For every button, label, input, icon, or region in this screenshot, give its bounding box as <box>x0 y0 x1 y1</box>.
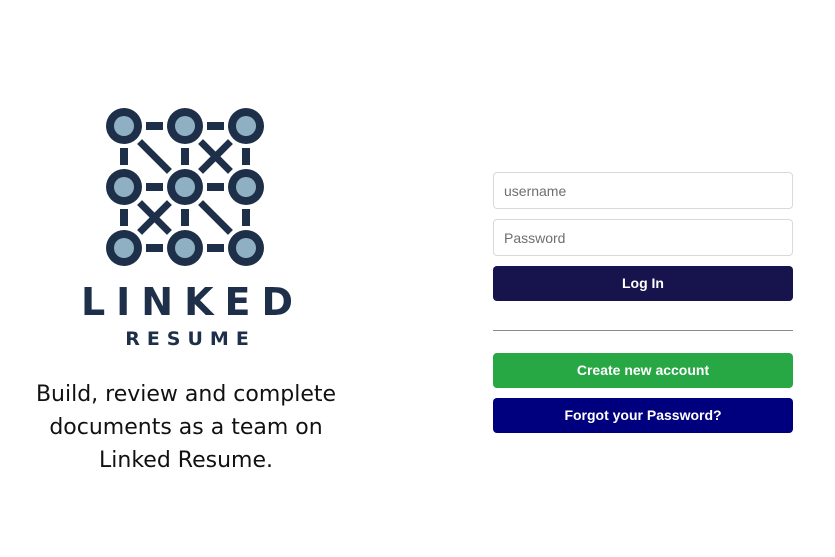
login-form: Log In Create new account Forgot your Pa… <box>493 172 793 433</box>
logo-node <box>167 108 203 144</box>
linked-resume-logo-icon <box>106 108 264 266</box>
logo-node <box>228 169 264 205</box>
logo-node <box>167 169 203 205</box>
tagline-line: Linked Resume. <box>99 448 273 473</box>
username-input[interactable] <box>493 172 793 209</box>
logo-node <box>106 230 142 266</box>
logo-node <box>106 169 142 205</box>
brand-name: LINKED <box>80 280 305 324</box>
login-page: LINKED RESUME Build, review and complete… <box>0 0 835 557</box>
password-input[interactable] <box>493 219 793 256</box>
logo-node <box>228 108 264 144</box>
logo-node <box>167 230 203 266</box>
form-divider <box>493 330 793 331</box>
brand-panel: LINKED RESUME Build, review and complete… <box>0 0 372 557</box>
brand-subname: RESUME <box>125 328 256 350</box>
logo-link <box>198 200 233 235</box>
forgot-password-button[interactable]: Forgot your Password? <box>493 398 793 433</box>
logo-node <box>106 108 142 144</box>
tagline-line: Build, review and complete <box>35 382 337 407</box>
create-account-button[interactable]: Create new account <box>493 353 793 388</box>
login-button[interactable]: Log In <box>493 266 793 301</box>
tagline: Build, review and complete documents as … <box>20 378 352 477</box>
logo-node <box>228 230 264 266</box>
logo-link <box>137 139 172 174</box>
tagline-line: documents as a team on <box>49 415 323 440</box>
